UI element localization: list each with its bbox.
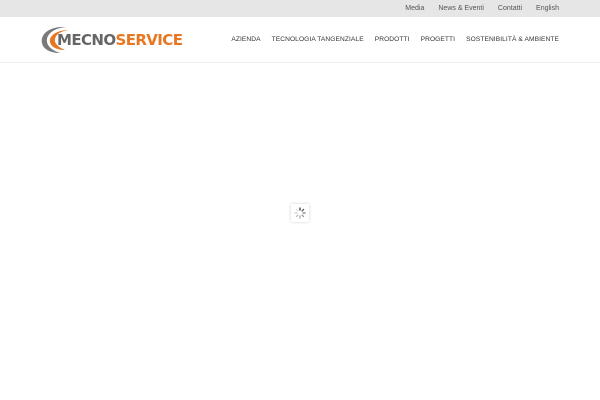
site-logo[interactable]: MECNOSERVICE — [40, 24, 188, 56]
main-navigation: AZIENDA TECNOLOGIA TANGENZIALE PRODOTTI … — [231, 17, 559, 62]
logo-text-mecno: MECNO — [57, 31, 116, 49]
nav-item-tecnologia-tangenziale[interactable]: TECNOLOGIA TANGENZIALE — [272, 36, 364, 43]
nav-item-azienda[interactable]: AZIENDA — [231, 36, 260, 43]
page-loader — [291, 204, 309, 222]
top-utility-bar: Media News & Eventi Contatti English — [0, 0, 600, 17]
utility-link-english[interactable]: English — [536, 0, 559, 17]
nav-item-prodotti[interactable]: PRODOTTI — [375, 36, 410, 43]
logo-wordmark: MECNOSERVICE — [57, 31, 183, 49]
spinner-icon — [294, 207, 306, 219]
logo-text-service: SERVICE — [115, 31, 183, 49]
site-header: MECNOSERVICE AZIENDA TECNOLOGIA TANGENZI… — [0, 17, 600, 63]
utility-link-media[interactable]: Media — [405, 0, 424, 17]
page: Media News & Eventi Contatti English MEC… — [0, 0, 600, 400]
nav-item-progetti[interactable]: PROGETTI — [421, 36, 456, 43]
utility-link-news-eventi[interactable]: News & Eventi — [438, 0, 484, 17]
utility-links: Media News & Eventi Contatti English — [405, 0, 559, 17]
utility-link-contatti[interactable]: Contatti — [498, 0, 522, 17]
nav-item-sostenibilita-ambiente[interactable]: SOSTENIBILITÀ & AMBIENTE — [466, 36, 559, 43]
